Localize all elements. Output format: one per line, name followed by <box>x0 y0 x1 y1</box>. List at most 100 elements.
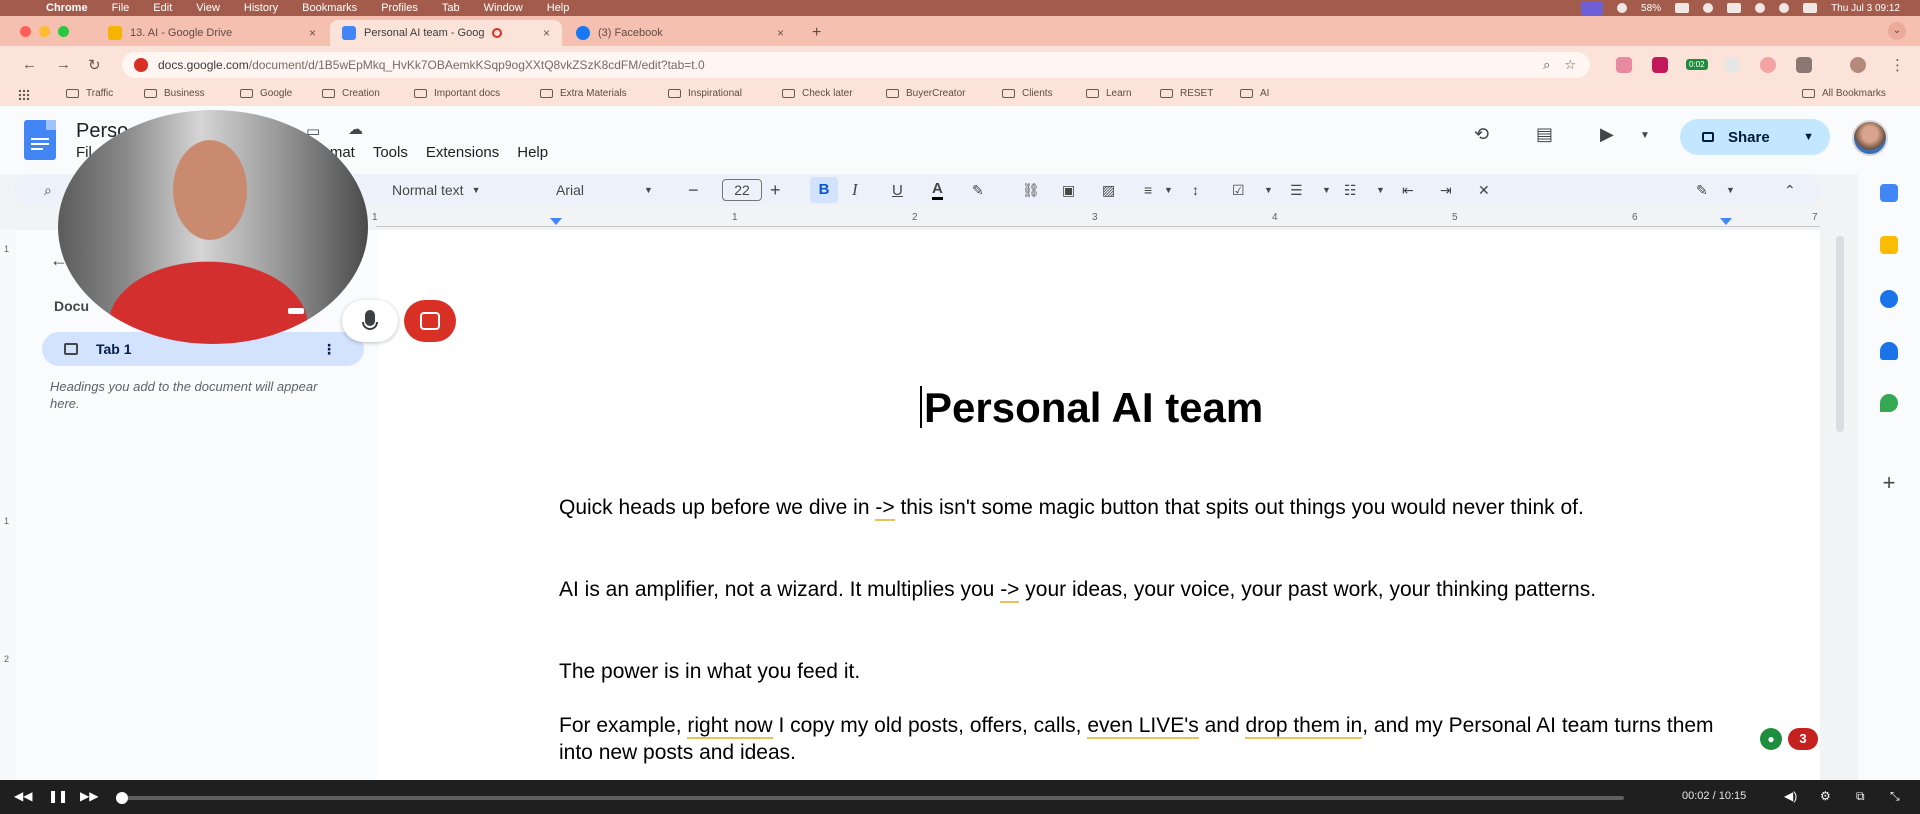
mac-menu-view[interactable]: View <box>196 2 220 14</box>
chat-extension-icon[interactable] <box>1724 57 1740 73</box>
zoom-icon[interactable]: ⌕ <box>1543 57 1550 73</box>
mac-menu-app[interactable]: Chrome <box>46 2 88 14</box>
microphone-button[interactable] <box>342 300 398 342</box>
stop-recording-button[interactable] <box>404 300 456 342</box>
collapse-menus-chevron-up-icon[interactable]: ⌃ <box>1784 180 1796 200</box>
document-scrollbar[interactable] <box>1836 236 1844 432</box>
align-chevron-down-icon[interactable]: ▼ <box>1164 180 1173 200</box>
bookmark-folder[interactable]: Learn <box>1086 88 1132 99</box>
bookmark-folder[interactable]: Important docs <box>414 88 500 99</box>
add-comment-icon[interactable]: ▣ <box>1062 180 1075 200</box>
new-tab-button[interactable]: + <box>812 24 821 42</box>
mac-menu-tab[interactable]: Tab <box>442 2 460 14</box>
bookmark-folder[interactable]: Extra Materials <box>540 88 627 99</box>
menu-help[interactable]: Help <box>517 144 548 161</box>
bookmark-folder[interactable]: Clients <box>1002 88 1053 99</box>
numbered-chevron-down-icon[interactable]: ▼ <box>1376 180 1385 200</box>
bookmark-folder[interactable]: BuyerCreator <box>886 88 965 99</box>
bookmark-folder[interactable]: Traffic <box>66 88 113 99</box>
maps-icon[interactable] <box>1880 394 1898 412</box>
kebab-menu-icon[interactable]: ⋮ <box>1890 56 1905 74</box>
paragraph-1[interactable]: Quick heads up before we dive in -> this… <box>559 494 1739 521</box>
exit-fullscreen-icon[interactable]: ⤡ <box>1890 789 1906 805</box>
clear-formatting-icon[interactable]: ✕ <box>1478 180 1490 200</box>
add-addon-icon[interactable]: + <box>1880 472 1898 494</box>
seek-handle[interactable] <box>116 792 129 804</box>
document-page[interactable]: Personal AI team Quick heads up before w… <box>378 230 1820 790</box>
cloud-status-icon[interactable]: ☁ <box>348 120 363 138</box>
bluetooth-icon[interactable] <box>1703 3 1714 13</box>
paragraph-3[interactable]: The power is in what you feed it. <box>559 658 1739 685</box>
close-tab-icon[interactable]: × <box>777 26 784 40</box>
stack-extension-icon[interactable] <box>1652 57 1668 73</box>
right-indent-marker[interactable] <box>1720 218 1732 225</box>
paragraph-style-select[interactable]: Normal text ▼ <box>392 180 481 200</box>
forward-arrow-icon[interactable]: → <box>56 56 71 73</box>
search-menus-icon[interactable]: ⌕ <box>44 180 52 200</box>
browser-tab-drive[interactable]: 13. AI - Google Drive × <box>96 20 328 46</box>
menu-tools[interactable]: Tools <box>373 144 408 161</box>
increase-indent-icon[interactable]: ⇥ <box>1440 180 1452 200</box>
mac-menu-profiles[interactable]: Profiles <box>381 2 418 14</box>
close-tab-icon[interactable]: × <box>543 26 550 40</box>
checklist-icon[interactable]: ☑ <box>1232 180 1245 200</box>
bookmark-folder[interactable]: Check later <box>782 88 853 99</box>
pen-extension-icon[interactable] <box>1616 57 1632 73</box>
mac-menu-bookmarks[interactable]: Bookmarks <box>302 2 357 14</box>
all-bookmarks[interactable]: All Bookmarks <box>1802 88 1886 99</box>
extensions-puzzle-icon[interactable] <box>1796 57 1812 73</box>
pause-icon[interactable]: ❚❚ <box>48 789 68 805</box>
mac-menu-history[interactable]: History <box>244 2 278 14</box>
comments-icon[interactable]: ▤ <box>1536 124 1553 145</box>
insert-image-icon[interactable]: ▨ <box>1102 180 1115 200</box>
font-family-select[interactable]: Arial ▼ <box>556 180 653 200</box>
increase-font-size-button[interactable]: + <box>770 180 781 200</box>
bookmark-folder[interactable]: Business <box>144 88 205 99</box>
version-history-icon[interactable]: ⟲ <box>1474 124 1489 145</box>
keep-icon[interactable] <box>1880 236 1898 254</box>
control-center-icon[interactable] <box>1803 3 1818 13</box>
tasks-icon[interactable] <box>1880 290 1898 308</box>
rewind-icon[interactable]: ◀◀ <box>14 789 32 805</box>
spotlight-icon[interactable] <box>1779 3 1790 13</box>
meet-camera-icon[interactable]: ▶ <box>1600 124 1614 145</box>
screen-record-icon[interactable] <box>1581 1 1604 15</box>
minimize-window-icon[interactable] <box>39 26 50 37</box>
meet-chevron-down-icon[interactable]: ▼ <box>1640 130 1650 141</box>
webcam-bubble[interactable] <box>58 110 368 344</box>
location-pin-icon[interactable]: ● <box>1760 728 1782 750</box>
status-circle-icon[interactable] <box>1617 3 1628 13</box>
menu-extensions[interactable]: Extensions <box>426 144 499 161</box>
mac-clock[interactable]: Thu Jul 3 09:12 <box>1831 3 1900 14</box>
battery-percent[interactable]: 58% <box>1641 3 1661 14</box>
left-indent-marker[interactable] <box>550 218 562 225</box>
back-arrow-icon[interactable]: ← <box>22 56 37 73</box>
zoom-window-icon[interactable] <box>58 26 69 37</box>
align-icon[interactable]: ≡ <box>1144 180 1152 200</box>
share-button[interactable]: Share ▼ <box>1680 119 1830 155</box>
bookmark-folder[interactable]: AI <box>1240 88 1269 99</box>
display-icon[interactable] <box>1675 3 1690 13</box>
paragraph-4[interactable]: For example, right now I copy my old pos… <box>559 712 1739 766</box>
font-size-input[interactable]: 22 <box>722 179 762 201</box>
more-options-icon[interactable]: ⋮ <box>322 341 336 358</box>
numbered-list-icon[interactable]: ☷ <box>1344 180 1357 200</box>
decrease-font-size-button[interactable]: − <box>688 180 699 200</box>
bulleted-list-icon[interactable]: ☰ <box>1290 180 1303 200</box>
share-chevron-down-icon[interactable]: ▼ <box>1803 131 1814 143</box>
contacts-icon[interactable] <box>1880 342 1898 360</box>
volume-icon[interactable]: ◀) <box>1784 789 1800 805</box>
browser-tab-facebook[interactable]: (3) Facebook × <box>564 20 796 46</box>
horizontal-ruler[interactable]: 1 1 2 3 4 5 6 7 <box>372 212 1820 230</box>
bookmark-folder[interactable]: Inspirational <box>668 88 742 99</box>
docs-logo-icon[interactable] <box>24 120 56 160</box>
editing-mode-chevron-down-icon[interactable]: ▼ <box>1726 180 1735 200</box>
close-tab-icon[interactable]: × <box>309 26 316 40</box>
bookmark-folder[interactable]: Creation <box>322 88 380 99</box>
address-bar[interactable]: docs.google.com/document/d/1B5wEpMkq_HvK… <box>122 52 1590 78</box>
mac-menu-help[interactable]: Help <box>547 2 570 14</box>
bookmark-folder[interactable]: Google <box>240 88 292 99</box>
line-spacing-icon[interactable]: ↕ <box>1192 180 1199 200</box>
bookmark-star-icon[interactable]: ☆ <box>1564 57 1576 73</box>
italic-button[interactable]: I <box>852 180 858 200</box>
